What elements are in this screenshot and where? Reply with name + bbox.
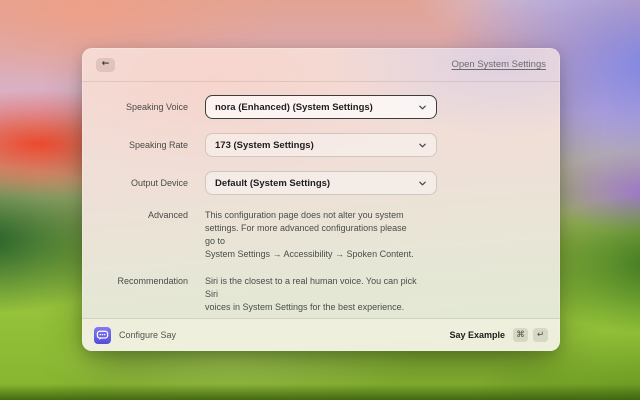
footer-app-name: Configure Say [119,330,176,340]
recommendation-label: Recommendation [82,275,188,286]
output-device-value: Default (System Settings) [215,178,330,189]
command-key-icon: ⌘ [513,328,528,342]
speaking-voice-value: nora (Enhanced) (System Settings) [215,102,373,113]
speaking-voice-label: Speaking Voice [82,102,188,112]
speaking-voice-row: Speaking Voice nora (Enhanced) (System S… [82,95,560,119]
output-device-dropdown[interactable]: Default (System Settings) [205,171,437,195]
say-speech-bubble-icon [94,327,111,344]
chevron-down-icon [418,141,427,150]
advanced-note-text: This configuration page does not alter y… [205,209,419,261]
speaking-rate-dropdown[interactable]: 173 (System Settings) [205,133,437,157]
return-key-icon: ↵ [533,328,548,342]
form-content: Speaking Voice nora (Enhanced) (System S… [82,82,560,314]
advanced-note-row: Advanced This configuration page does no… [82,209,560,261]
output-device-label: Output Device [82,178,188,188]
open-system-settings-link[interactable]: Open System Settings [451,59,546,70]
say-example-label: Say Example [449,330,505,340]
speaking-rate-row: Speaking Rate 173 (System Settings) [82,133,560,157]
recommendation-note-text: Siri is the closest to a real human voic… [205,275,419,314]
back-arrow-icon: ← [102,60,110,69]
recommendation-note-row: Recommendation Siri is the closest to a … [82,275,560,314]
chevron-down-icon [418,179,427,188]
chevron-down-icon [418,103,427,112]
output-device-row: Output Device Default (System Settings) [82,171,560,195]
speaking-voice-dropdown[interactable]: nora (Enhanced) (System Settings) [205,95,437,119]
action-bar: Configure Say Say Example ⌘ ↵ [82,318,560,351]
speaking-rate-label: Speaking Rate [82,140,188,150]
window-header: ← Open System Settings [82,48,560,82]
say-example-action[interactable]: Say Example ⌘ ↵ [449,328,548,342]
advanced-label: Advanced [82,209,188,220]
speaking-rate-value: 173 (System Settings) [215,140,314,151]
configure-say-window: ← Open System Settings Speaking Voice no… [82,48,560,351]
back-button[interactable]: ← [96,58,115,72]
